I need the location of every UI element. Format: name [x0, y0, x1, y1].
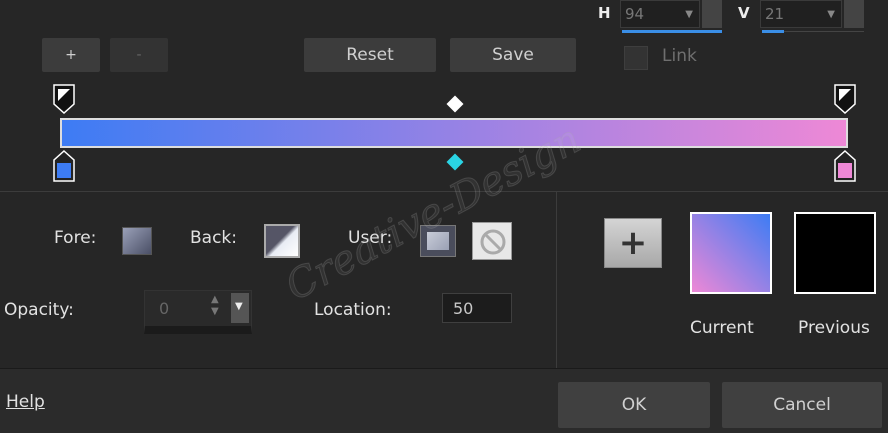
user-swatch[interactable]: [420, 225, 456, 257]
reset-button[interactable]: Reset: [304, 38, 436, 72]
opacity-midpoint-diamond[interactable]: [446, 95, 464, 113]
location-label: Location:: [314, 300, 392, 320]
chevron-down-icon: ▼: [827, 8, 835, 20]
add-stop-button[interactable]: +: [42, 38, 100, 72]
chevron-down-icon: ▼: [685, 8, 693, 20]
cancel-button[interactable]: Cancel: [722, 382, 882, 428]
v-slider[interactable]: [762, 30, 784, 33]
location-value: 50: [453, 298, 474, 318]
fore-label: Fore:: [54, 228, 97, 248]
ok-button[interactable]: OK: [558, 382, 710, 428]
remove-stop-button[interactable]: -: [110, 38, 168, 72]
help-link[interactable]: Help: [6, 392, 45, 412]
v-label: V: [738, 4, 750, 22]
footer-divider: [0, 368, 888, 369]
h-input[interactable]: 94 ▼: [620, 0, 700, 28]
opacity-input[interactable]: 0 ▲ ▼ ▼: [144, 290, 252, 334]
location-input[interactable]: 50: [442, 293, 512, 323]
color-stop-right[interactable]: [834, 149, 856, 182]
chevron-down-icon: ▼: [235, 301, 243, 312]
h-spin-button[interactable]: [702, 0, 722, 28]
h-value: 94: [625, 5, 645, 23]
current-label: Current: [690, 318, 754, 338]
no-color-icon: [480, 229, 506, 255]
back-swatch[interactable]: [264, 224, 300, 258]
opacity-stop-right[interactable]: [834, 84, 856, 115]
color-midpoint-diamond[interactable]: [446, 153, 464, 171]
user-label: User:: [348, 228, 393, 248]
v-input[interactable]: 21 ▼: [760, 0, 842, 28]
v-spin-button[interactable]: [844, 0, 864, 28]
spin-arrows-icon[interactable]: ▲ ▼: [211, 294, 219, 318]
fore-swatch[interactable]: [122, 227, 152, 255]
h-slider[interactable]: [622, 30, 722, 33]
previous-preview[interactable]: [794, 212, 876, 294]
null-swatch[interactable]: [472, 222, 512, 260]
save-button[interactable]: Save: [450, 38, 576, 72]
gradient-bar[interactable]: [60, 118, 848, 148]
v-slider-track: [784, 31, 864, 32]
link-checkbox[interactable]: [624, 46, 648, 70]
previous-label: Previous: [798, 318, 870, 338]
link-label: Link: [662, 46, 697, 66]
color-stop-left[interactable]: [53, 149, 75, 182]
opacity-label: Opacity:: [4, 300, 74, 320]
opacity-stop-left[interactable]: [53, 84, 75, 115]
opacity-value: 0: [159, 299, 170, 318]
v-value: 21: [765, 5, 785, 23]
plus-icon: +: [618, 223, 648, 263]
opacity-dropdown-button[interactable]: ▼: [231, 293, 249, 323]
section-divider: [0, 191, 888, 192]
current-preview: [690, 212, 772, 294]
panel-divider: [556, 192, 557, 368]
h-label: H: [598, 4, 611, 22]
back-label: Back:: [190, 228, 237, 248]
add-to-swatches-button[interactable]: +: [604, 218, 662, 268]
